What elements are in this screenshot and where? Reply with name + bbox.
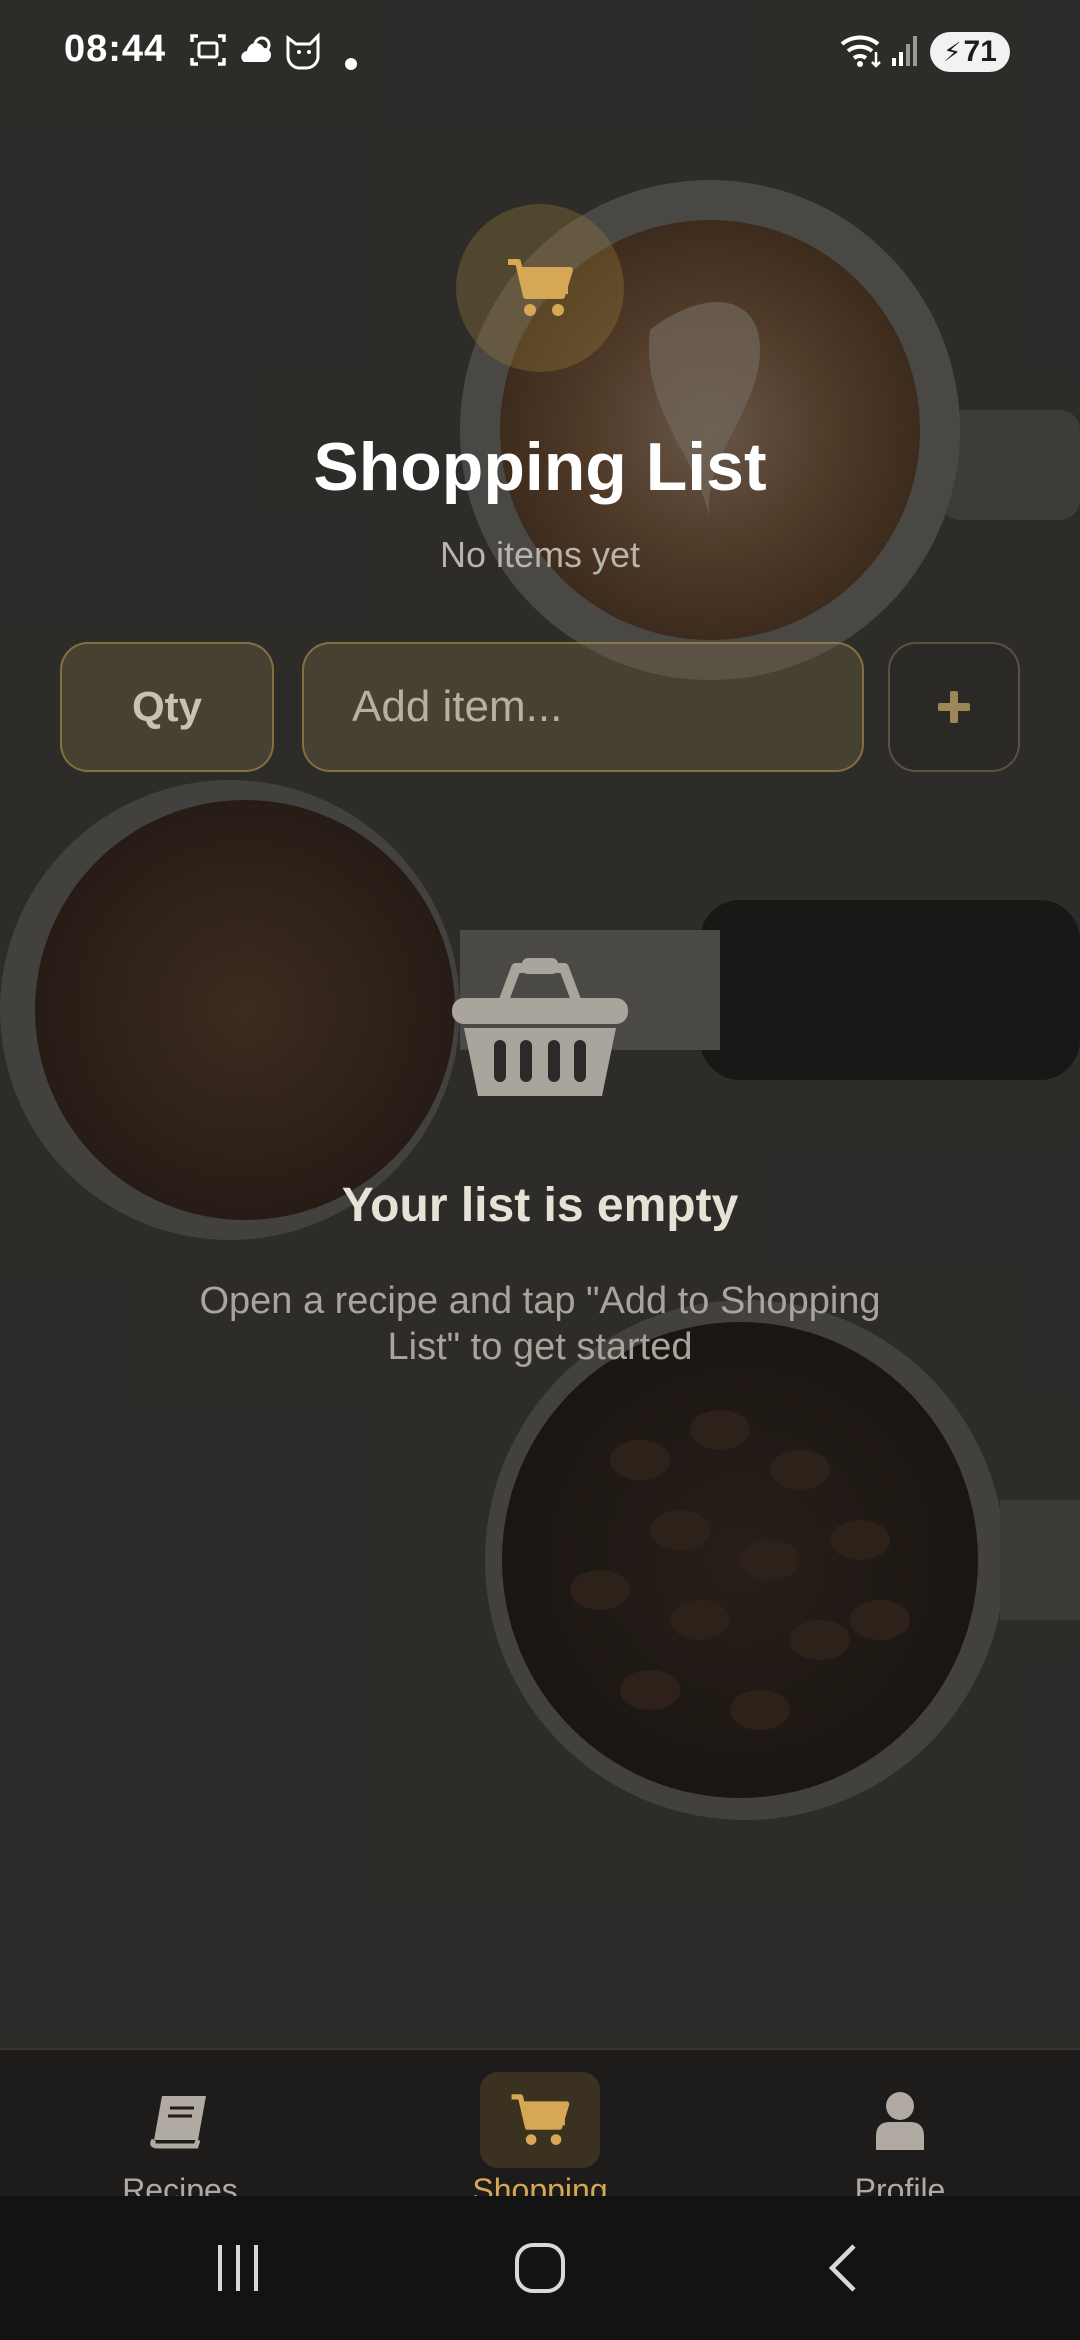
quantity-field[interactable]: Qty (60, 642, 274, 772)
cart-icon (511, 2094, 570, 2145)
screenshot-icon (190, 34, 226, 66)
home-icon (515, 2243, 565, 2293)
add-item-button[interactable] (888, 642, 1020, 772)
weather-icon (241, 36, 271, 62)
back-button[interactable] (802, 2236, 882, 2300)
notification-dot-icon (345, 58, 357, 70)
nav-item-profile[interactable]: Profile (780, 2072, 1020, 2208)
book-icon (150, 2096, 206, 2149)
cart-icon (508, 259, 573, 316)
battery-icon: ⚡ 71 (930, 32, 1010, 72)
add-item-input[interactable] (304, 644, 862, 770)
empty-state-title: Your list is empty (341, 1179, 739, 1232)
plus-icon (938, 691, 970, 723)
system-navigation-bar (0, 2196, 1080, 2340)
nav-item-shopping[interactable]: Shopping (420, 2072, 660, 2208)
page-subtitle: No items yet (439, 534, 641, 575)
wifi-icon (840, 35, 881, 68)
status-bar: 08:44 ⚡ 71 (0, 0, 1080, 100)
person-icon (876, 2092, 924, 2150)
status-time: 08:44 (64, 28, 167, 70)
nav-item-recipes[interactable]: Recipes (60, 2072, 300, 2208)
bottom-navigation: Recipes Shopping Profile (0, 2048, 1080, 2208)
cat-app-icon (286, 32, 320, 70)
basket-icon (452, 958, 628, 1096)
signal-icon (892, 36, 917, 66)
back-icon (828, 2244, 856, 2292)
empty-state-description: Open a recipe and tap "Add to Shopping L… (199, 1280, 881, 1368)
add-item-field[interactable] (302, 642, 864, 772)
home-button[interactable] (500, 2236, 580, 2300)
recent-apps-button[interactable] (198, 2236, 278, 2300)
header-cart-badge (456, 204, 624, 372)
recent-apps-icon (218, 2245, 258, 2291)
page-title: Shopping List (313, 429, 767, 505)
